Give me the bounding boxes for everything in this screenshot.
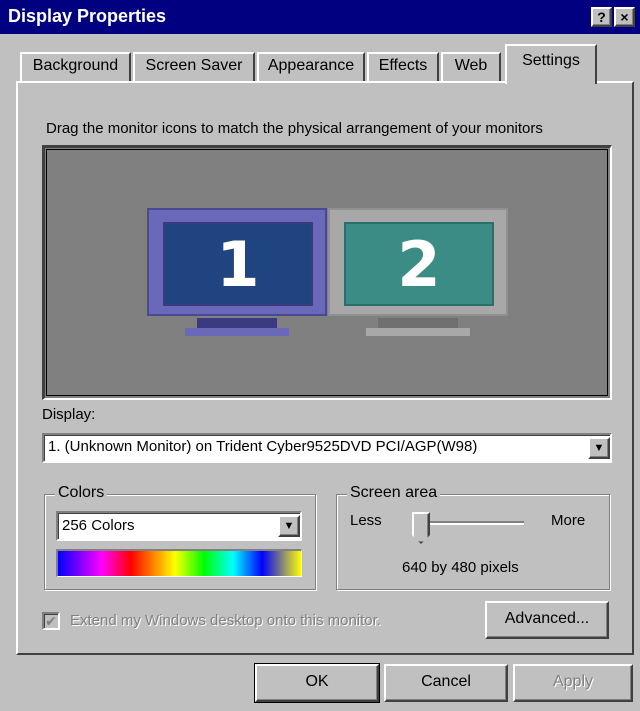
chevron-down-icon[interactable]: ▼ [588, 437, 610, 459]
display-dropdown[interactable]: 1. (Unknown Monitor) on Trident Cyber952… [42, 433, 612, 463]
advanced-button[interactable]: Advanced... [485, 601, 609, 639]
tab-label: Screen Saver [145, 57, 243, 74]
instruction-text: Drag the monitor icons to match the phys… [46, 120, 543, 137]
tab-effects[interactable]: Effects [367, 52, 439, 82]
extend-desktop-label: Extend my Windows desktop onto this moni… [70, 612, 381, 629]
chevron-down-icon[interactable]: ▼ [278, 515, 300, 537]
tab-label: Effects [378, 57, 428, 74]
tab-label: Settings [522, 52, 580, 69]
monitor-1-base [185, 328, 289, 336]
colors-dropdown[interactable]: 256 Colors ▼ [56, 511, 302, 541]
monitor-2-icon[interactable]: 2 [328, 208, 508, 336]
monitor-1-icon[interactable]: 1 [147, 208, 327, 336]
screen-area-slider-track[interactable] [418, 521, 524, 525]
slider-less-label: Less [350, 512, 382, 529]
tab-label: Appearance [267, 57, 355, 74]
tab-screen-saver[interactable]: Screen Saver [133, 52, 255, 82]
tab-settings[interactable]: Settings [505, 44, 597, 84]
monitor-arrangement-area[interactable]: 1 2 [42, 145, 612, 400]
colors-dropdown-value: 256 Colors [62, 517, 135, 534]
cancel-button[interactable]: Cancel [384, 664, 508, 702]
tab-label: Web [454, 57, 488, 74]
tab-label: Background [32, 57, 119, 74]
resolution-text: 640 by 480 pixels [402, 559, 519, 576]
close-button[interactable]: × [614, 7, 635, 27]
color-palette-preview [56, 549, 302, 577]
apply-button[interactable]: Apply [513, 664, 633, 702]
ok-button[interactable]: OK [254, 663, 380, 703]
screen-area-group-title: Screen area [347, 484, 441, 502]
help-button[interactable]: ? [591, 7, 612, 27]
slider-more-label: More [551, 512, 586, 529]
display-label: Display: [42, 406, 96, 423]
colors-group-title: Colors [55, 484, 108, 502]
title-bar[interactable]: Display Properties ? × [0, 0, 640, 34]
tab-web[interactable]: Web [441, 52, 501, 82]
monitor-2-screen: 2 [344, 222, 494, 306]
monitor-1-screen: 1 [163, 222, 313, 306]
extend-desktop-checkbox[interactable]: ✔ [42, 612, 60, 630]
monitor-2-base [366, 328, 470, 336]
tab-background[interactable]: Background [20, 52, 131, 82]
window-title: Display Properties [8, 6, 167, 26]
tab-appearance[interactable]: Appearance [257, 52, 365, 82]
display-dropdown-value: 1. (Unknown Monitor) on Trident Cyber952… [48, 438, 478, 455]
